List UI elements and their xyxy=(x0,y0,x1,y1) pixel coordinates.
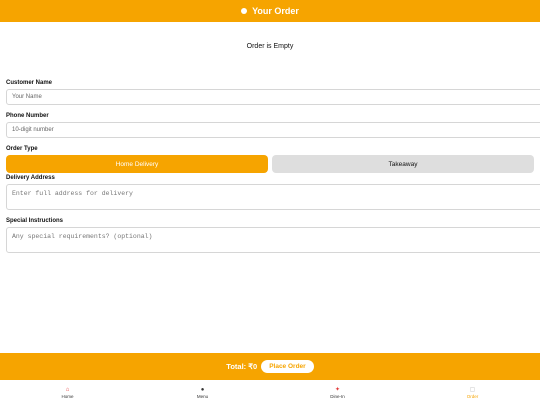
total-label: Total: ₹0 xyxy=(226,362,258,371)
order-form: Customer Name Your Name Phone Number 10-… xyxy=(6,79,540,253)
delivery-address-label: Delivery Address xyxy=(6,175,55,181)
nav-item-order[interactable]: ▢ Order xyxy=(405,380,540,405)
total-bar: Total: ₹0 Place Order xyxy=(0,353,540,380)
bottom-nav: ⌂ Home ● Menu ✦ Dine-In ▢ Order xyxy=(0,380,540,405)
place-order-button[interactable]: Place Order xyxy=(261,360,314,373)
phone-label: Phone Number xyxy=(6,113,49,119)
phone-placeholder: 10-digit number xyxy=(12,127,54,133)
phone-input[interactable]: 10-digit number xyxy=(6,122,540,138)
customer-name-input[interactable]: Your Name xyxy=(6,89,540,105)
empty-order-message: Order is Empty xyxy=(246,43,294,50)
order-type-label: Order Type xyxy=(6,146,38,152)
special-instructions-placeholder: Any special requirements? (optional) xyxy=(12,233,153,240)
delivery-address-textarea[interactable]: Enter full address for delivery xyxy=(6,184,540,210)
nav-label-menu: Menu xyxy=(196,393,209,399)
order-icon xyxy=(241,8,248,14)
page-title: Your Order xyxy=(252,6,299,16)
nav-label-home: Home xyxy=(61,393,74,399)
order-icon: ▢ xyxy=(469,386,476,393)
order-type-toggle: Home Delivery Takeaway xyxy=(6,155,540,173)
nav-label-order: Order xyxy=(466,393,479,399)
nav-label-dine-in: Dine-In xyxy=(330,393,345,399)
delivery-address-placeholder: Enter full address for delivery xyxy=(12,190,133,197)
nav-item-menu[interactable]: ● Menu xyxy=(135,380,270,405)
app-header: Your Order xyxy=(0,0,540,22)
special-instructions-textarea[interactable]: Any special requirements? (optional) xyxy=(6,227,540,253)
menu-icon: ● xyxy=(200,386,205,393)
dine-in-icon: ✦ xyxy=(334,386,341,393)
nav-item-home[interactable]: ⌂ Home xyxy=(0,380,135,405)
home-icon: ⌂ xyxy=(65,386,70,393)
nav-item-dine-in[interactable]: ✦ Dine-In xyxy=(270,380,405,405)
customer-name-label: Customer Name xyxy=(6,80,53,86)
takeaway-button[interactable]: Takeaway xyxy=(272,155,534,173)
customer-name-placeholder: Your Name xyxy=(12,94,42,100)
home-delivery-button[interactable]: Home Delivery xyxy=(6,155,268,173)
special-instructions-label: Special Instructions xyxy=(6,218,64,224)
